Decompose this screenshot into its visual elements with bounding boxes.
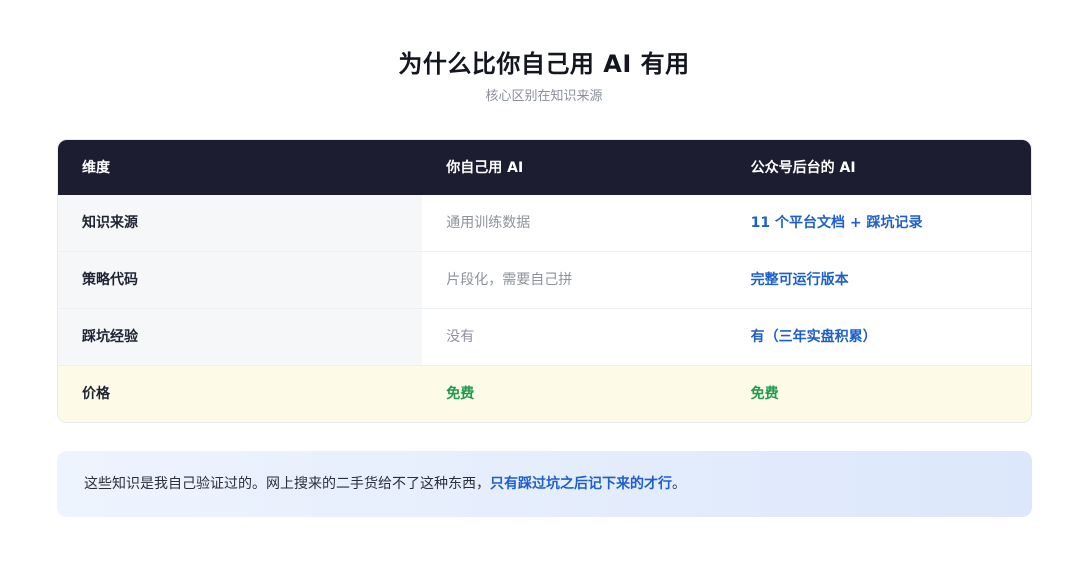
- page: 为什么比你自己用 AI 有用 核心区别在知识来源 维度 你自己用 AI 公众号后…: [0, 0, 1088, 565]
- page-title: 为什么比你自己用 AI 有用: [398, 50, 690, 78]
- page-subtitle: 核心区别在知识来源: [485, 89, 603, 104]
- note-highlight: 只有踩过坑之后记下来的才行: [490, 476, 672, 492]
- self-ai-price: 免费: [446, 386, 475, 402]
- table-row: 知识来源 通用训练数据 11 个平台文档 + 踩坑记录: [58, 195, 1031, 252]
- backend-ai-value: 有（三年实盘积累）: [750, 329, 877, 345]
- row-label: 知识来源: [58, 195, 423, 251]
- table-row: 踩坑经验 没有 有（三年实盘积累）: [58, 309, 1031, 366]
- backend-ai-value: 完整可运行版本: [750, 272, 849, 288]
- self-ai-value: 片段化，需要自己拼: [446, 272, 573, 288]
- table-header-row: 维度 你自己用 AI 公众号后台的 AI: [58, 140, 1031, 195]
- note-callout: 这些知识是我自己验证过的。网上搜来的二手货给不了这种东西，只有踩过坑之后记下来的…: [57, 451, 1032, 517]
- comparison-table: 维度 你自己用 AI 公众号后台的 AI 知识来源 通用训练数据 11 个平台文…: [57, 139, 1032, 423]
- row-label: 策略代码: [58, 252, 423, 308]
- note-text: 这些知识是我自己验证过的。网上搜来的二手货给不了这种东西，只有踩过坑之后记下来的…: [84, 476, 686, 492]
- table-row: 策略代码 片段化，需要自己拼 完整可运行版本: [58, 252, 1031, 309]
- header-backend-ai: 公众号后台的 AI: [750, 159, 856, 176]
- row-label: 踩坑经验: [58, 309, 423, 365]
- backend-ai-price: 免费: [750, 386, 779, 402]
- backend-ai-value: 11 个平台文档 + 踩坑记录: [750, 215, 923, 231]
- header-self-ai: 你自己用 AI: [446, 159, 524, 176]
- self-ai-value: 没有: [446, 329, 475, 345]
- table-row-price: 价格 免费 免费: [58, 366, 1031, 422]
- row-label: 价格: [82, 386, 110, 402]
- self-ai-value: 通用训练数据: [446, 215, 531, 231]
- header-dimension: 维度: [82, 159, 110, 176]
